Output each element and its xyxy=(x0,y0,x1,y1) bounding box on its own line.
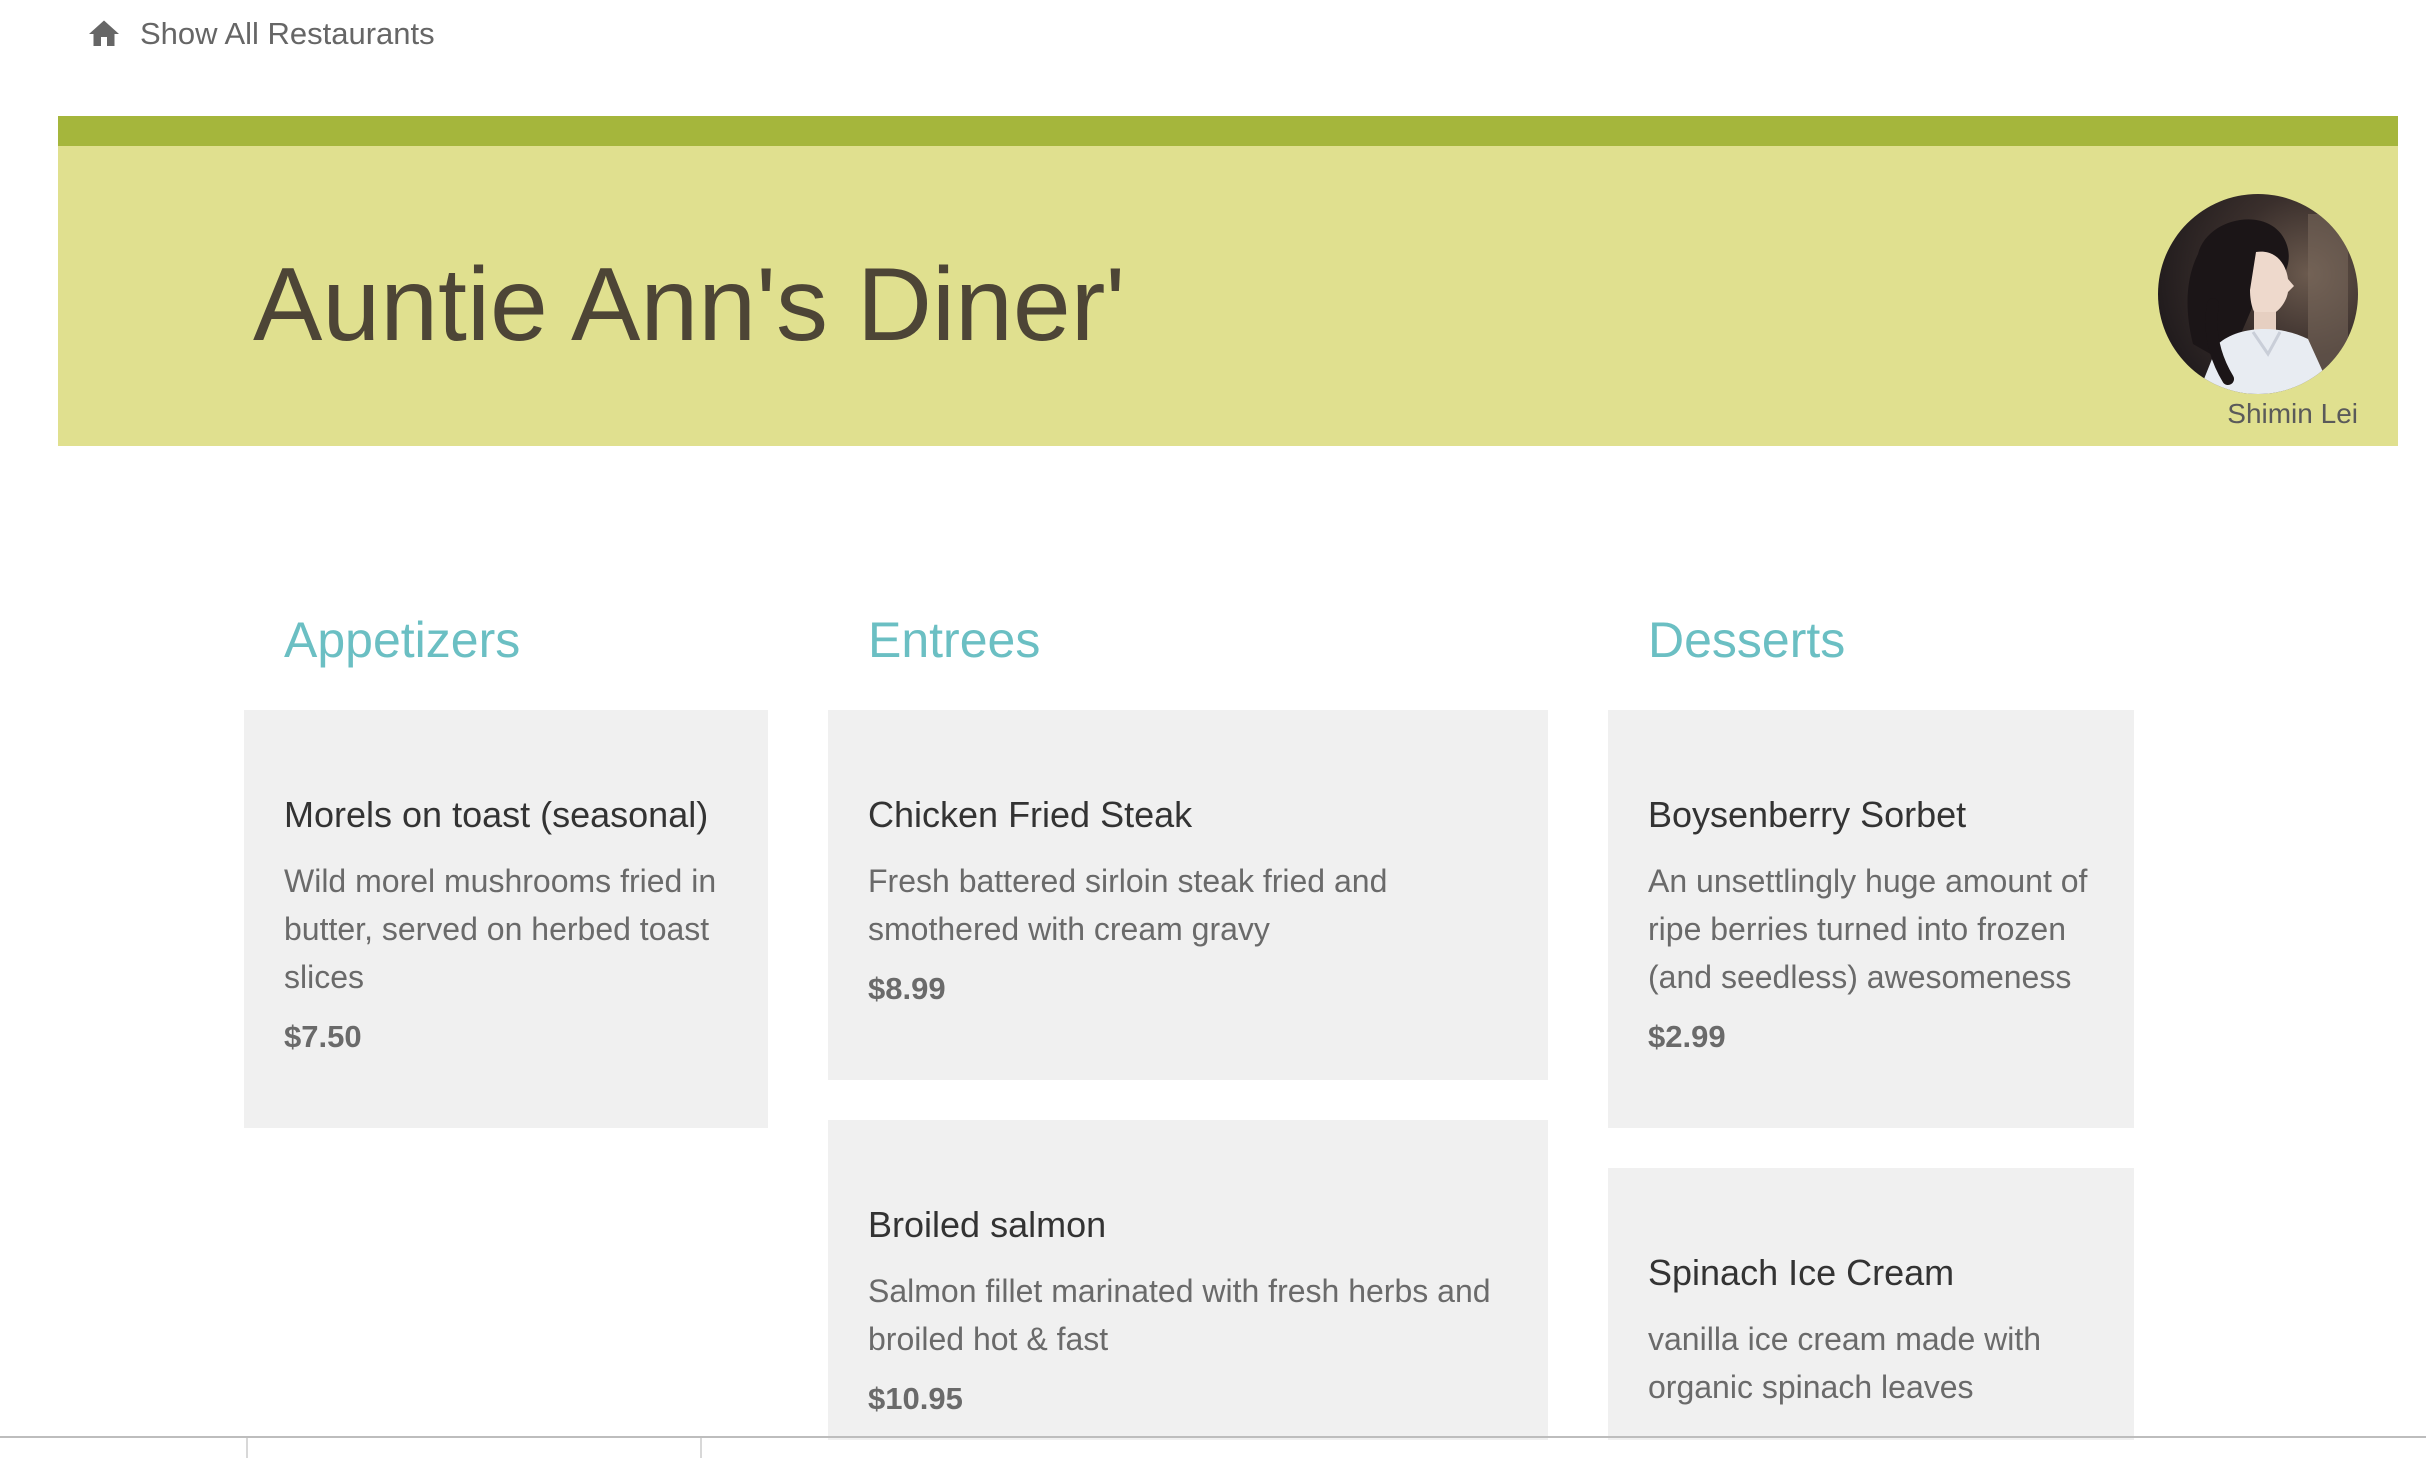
menu-item-name: Boysenberry Sorbet xyxy=(1648,794,1967,835)
show-all-restaurants-link[interactable]: Show All Restaurants xyxy=(86,12,435,56)
user-name: Shimin Lei xyxy=(2227,398,2358,429)
menu-item-name: Morels on toast (seasonal) xyxy=(284,794,709,835)
desserts-heading: Desserts xyxy=(1648,612,1846,668)
avatar-image xyxy=(2158,194,2358,394)
menu-item-description: Fresh battered sirloin steak fried and s… xyxy=(868,862,1388,947)
menu-item-price: $7.50 xyxy=(284,1018,362,1054)
menu-item-description: An unsettlingly huge amount of ripe berr… xyxy=(1648,862,2088,995)
restaurant-header: Auntie Ann's Diner' Shimin Lei xyxy=(58,116,2398,446)
menu-item-card[interactable]: Spinach Ice Cream vanilla ice cream made… xyxy=(1608,1168,2134,1440)
bottom-divider-tick xyxy=(246,1438,248,1458)
menu-item-price: $2.99 xyxy=(1648,1018,1726,1054)
bottom-divider-tick xyxy=(700,1438,702,1458)
entrees-heading: Entrees xyxy=(868,612,1041,668)
menu-item-card[interactable]: Broiled salmon Salmon fillet marinated w… xyxy=(828,1120,1548,1440)
menu-item-name: Chicken Fried Steak xyxy=(868,794,1193,835)
menu-item-price: $8.99 xyxy=(868,970,946,1006)
menu-item-price: $10.95 xyxy=(868,1380,963,1416)
menu-item-name: Broiled salmon xyxy=(868,1204,1107,1245)
restaurant-menu-page: Show All Restaurants Auntie Ann's Diner' xyxy=(0,0,2426,1458)
menu-item-card[interactable]: Morels on toast (seasonal) Wild morel mu… xyxy=(244,710,768,1128)
appetizers-column: Appetizers xyxy=(244,600,768,680)
menu-item-name: Spinach Ice Cream xyxy=(1648,1252,1955,1293)
user-avatar[interactable] xyxy=(2158,194,2358,394)
show-all-restaurants-label: Show All Restaurants xyxy=(140,16,435,51)
menu-item-description: Salmon fillet marinated with fresh herbs… xyxy=(868,1272,1491,1357)
bottom-divider xyxy=(0,1436,2426,1438)
header-accent-bar xyxy=(58,116,2398,146)
menu-item-description: vanilla ice cream made with organic spin… xyxy=(1648,1320,2042,1405)
desserts-column: Desserts xyxy=(1608,600,2134,680)
home-icon xyxy=(86,16,122,52)
menu-item-description: Wild morel mushrooms fried in butter, se… xyxy=(284,862,717,995)
appetizers-heading: Appetizers xyxy=(284,612,521,668)
menu-item-card[interactable]: Chicken Fried Steak Fresh battered sirlo… xyxy=(828,710,1548,1080)
restaurant-title: Auntie Ann's Diner' xyxy=(253,247,1126,363)
menu-item-card[interactable]: Boysenberry Sorbet An unsettlingly huge … xyxy=(1608,710,2134,1128)
entrees-column: Entrees xyxy=(828,600,1548,680)
